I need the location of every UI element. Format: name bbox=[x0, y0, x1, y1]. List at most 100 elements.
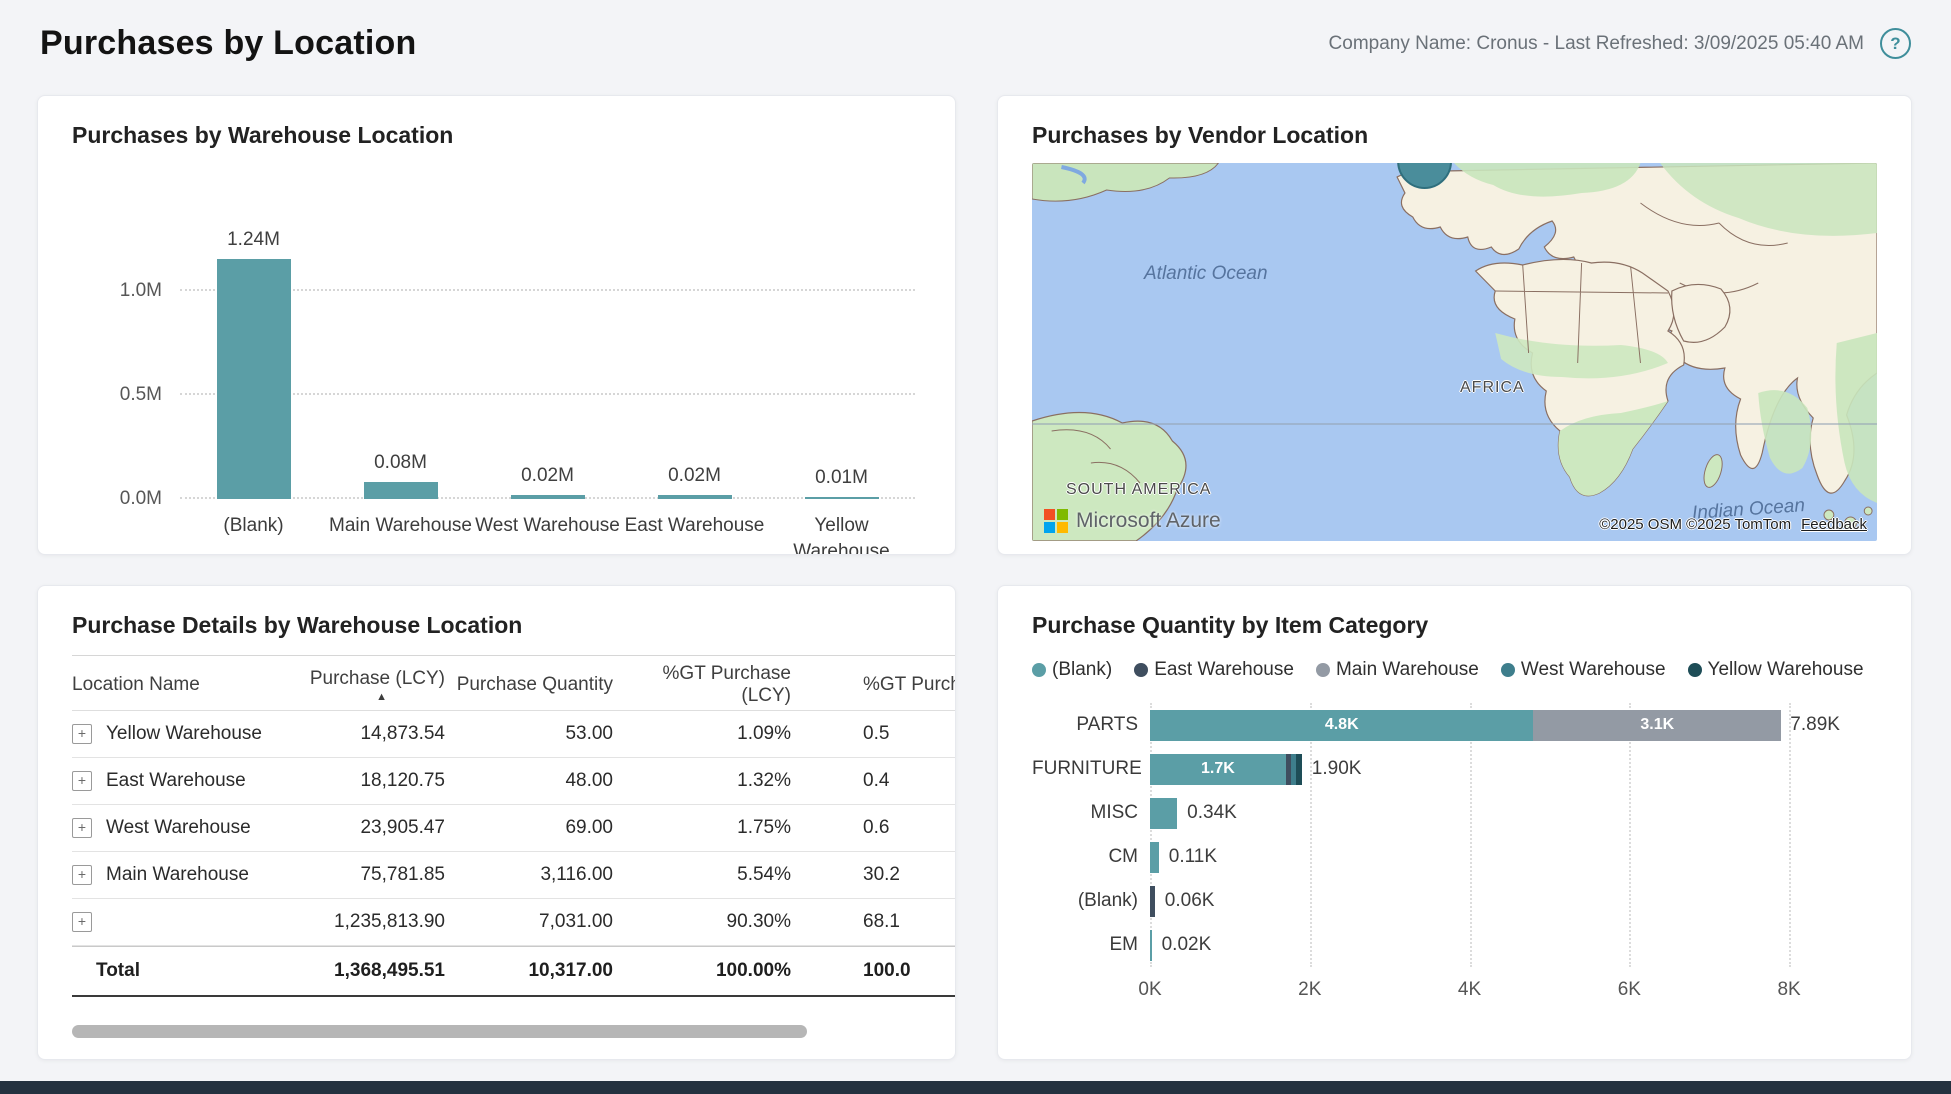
x-category-label: (Blank) bbox=[180, 513, 327, 555]
expand-row-button[interactable]: + bbox=[72, 818, 92, 838]
vendor-map[interactable]: Atlantic Ocean AFRICA SOUTH AMERICA Indi… bbox=[1032, 163, 1877, 541]
table-row[interactable]: +Main Warehouse75,781.853,116.005.54%30.… bbox=[72, 852, 956, 899]
gt-purchase-cell: 5.54% bbox=[613, 864, 791, 886]
bar-area: 0.06K bbox=[1150, 886, 1853, 917]
y-tick-label: 0.5M bbox=[76, 384, 162, 406]
legend-item-West Warehouse[interactable]: West Warehouse bbox=[1501, 659, 1666, 681]
bar-series: 1.24M0.08M0.02M0.02M0.01M bbox=[180, 229, 915, 499]
category-row-EM: EM 0.02K bbox=[1032, 923, 1877, 967]
category-row-MISC: MISC0.34K bbox=[1032, 791, 1877, 835]
bar-data-label: 0.01M bbox=[815, 467, 868, 489]
x-category-label: West Warehouse bbox=[474, 513, 621, 555]
table-header-row: Location Name Purchase (LCY)▲Purchase Qua… bbox=[72, 655, 956, 711]
gt-purchase-cell: 90.30% bbox=[613, 911, 791, 933]
gt-quantity-cell: 68.1 bbox=[791, 911, 956, 933]
location-name: West Warehouse bbox=[106, 817, 251, 839]
expand-row-button[interactable]: + bbox=[72, 771, 92, 791]
purchase-quantity-cell: 48.00 bbox=[445, 770, 613, 792]
segment-Main Warehouse[interactable]: 3.1K bbox=[1533, 710, 1781, 741]
total-purchase-lcy-cell: 1,368,495.51 bbox=[297, 960, 445, 982]
location-name-cell: +East Warehouse bbox=[72, 770, 297, 792]
x-category-label: East Warehouse bbox=[621, 513, 768, 555]
bar-Main Warehouse[interactable] bbox=[364, 482, 438, 499]
total-quantity-cell: 10,317.00 bbox=[445, 960, 613, 982]
bar-total-label: 0.02K bbox=[1162, 934, 1212, 956]
segment-East Warehouse[interactable] bbox=[1150, 886, 1155, 917]
segment-(Blank)[interactable] bbox=[1150, 842, 1159, 873]
segment-Yellow Warehouse[interactable] bbox=[1296, 754, 1302, 785]
legend-item-Main Warehouse[interactable]: Main Warehouse bbox=[1316, 659, 1479, 681]
bar-slot: 0.01M bbox=[768, 229, 915, 499]
warehouse-chart-plot: 1.0M0.5M0.0M1.24M0.08M0.02M0.02M0.01M bbox=[180, 229, 915, 499]
column-header-2[interactable]: Purchase (LCY)▲ bbox=[297, 664, 445, 702]
expand-row-button[interactable]: + bbox=[72, 865, 92, 885]
gt-quantity-cell: 30.2 bbox=[791, 864, 956, 886]
category-label: PARTS bbox=[1032, 714, 1150, 736]
segment-(Blank)[interactable] bbox=[1150, 930, 1152, 961]
help-icon[interactable]: ? bbox=[1880, 28, 1911, 59]
column-header-3[interactable]: Purchase Quantity bbox=[445, 670, 613, 696]
table-row[interactable]: +West Warehouse23,905.4769.001.75%0.6 bbox=[72, 805, 956, 852]
category-row-PARTS: PARTS4.8K3.1K 7.89K bbox=[1032, 703, 1877, 747]
segment-(Blank)[interactable]: 4.8K bbox=[1150, 710, 1533, 741]
expand-row-button[interactable]: + bbox=[72, 912, 92, 932]
x-tick-label-8K: 8K bbox=[1777, 979, 1800, 1001]
map-label-south-america: SOUTH AMERICA bbox=[1066, 481, 1211, 499]
category-chart-plot: PARTS4.8K3.1K7.89KFURNITURE1.7K1.90KMISC… bbox=[1032, 703, 1877, 967]
column-header-4[interactable]: %GT Purchase (LCY) bbox=[613, 659, 791, 707]
stacked-bar bbox=[1150, 930, 1853, 961]
x-tick-label-4K: 4K bbox=[1458, 979, 1481, 1001]
location-name-cell: + bbox=[72, 912, 297, 932]
column-header-1[interactable]: Location Name bbox=[72, 670, 297, 696]
bar-total-label: 7.89K bbox=[1790, 714, 1840, 736]
purchase-lcy-cell: 23,905.47 bbox=[297, 817, 445, 839]
category-label: MISC bbox=[1032, 802, 1150, 824]
category-chart-legend: (Blank) East Warehouse Main Warehouse West … bbox=[1032, 659, 1877, 681]
map-label-africa: AFRICA bbox=[1460, 379, 1525, 397]
warehouse-chart-title: Purchases by Warehouse Location bbox=[72, 122, 921, 149]
legend-item-(Blank)[interactable]: (Blank) bbox=[1032, 659, 1112, 681]
category-row-FURNITURE: FURNITURE1.7K1.90K bbox=[1032, 747, 1877, 791]
y-tick-label: 1.0M bbox=[76, 280, 162, 302]
bar-area: 0.34K bbox=[1150, 798, 1853, 829]
bar-East Warehouse[interactable] bbox=[658, 495, 732, 499]
table-row[interactable]: +Yellow Warehouse14,873.5453.001.09%0.5 bbox=[72, 711, 956, 758]
location-name: Yellow Warehouse bbox=[106, 723, 262, 745]
bar-Yellow Warehouse[interactable] bbox=[805, 497, 879, 499]
bar-area: 4.8K3.1K 7.89K bbox=[1150, 710, 1853, 741]
category-chart-title: Purchase Quantity by Item Category bbox=[1032, 612, 1877, 639]
x-tick-label-0K: 0K bbox=[1138, 979, 1161, 1001]
category-label: EM bbox=[1032, 934, 1150, 956]
total-gt-quantity-cell: 100.0 bbox=[791, 960, 956, 982]
legend-item-East Warehouse[interactable]: East Warehouse bbox=[1134, 659, 1294, 681]
column-header-5[interactable]: %GT Purchase Quan bbox=[791, 670, 956, 696]
map-feedback-link[interactable]: Feedback bbox=[1801, 516, 1867, 533]
bar-(Blank)[interactable] bbox=[217, 259, 291, 499]
segment-(Blank)[interactable] bbox=[1150, 798, 1177, 829]
bar-West Warehouse[interactable] bbox=[511, 495, 585, 499]
x-tick-label-6K: 6K bbox=[1618, 979, 1641, 1001]
card-purchases-by-vendor: Purchases by Vendor Location bbox=[997, 95, 1912, 555]
table-row[interactable]: +East Warehouse18,120.7548.001.32%0.4 bbox=[72, 758, 956, 805]
table-horizontal-scrollbar-thumb[interactable] bbox=[72, 1025, 807, 1038]
legend-item-Yellow Warehouse[interactable]: Yellow Warehouse bbox=[1688, 659, 1864, 681]
details-table: Location Name Purchase (LCY)▲Purchase Qua… bbox=[72, 655, 956, 997]
column-header-label: Purchase (LCY) bbox=[310, 668, 445, 690]
location-name-cell: + Yellow Warehouse bbox=[72, 723, 297, 745]
table-row[interactable]: +1,235,813.907,031.0090.30%68.1 bbox=[72, 899, 956, 946]
gt-purchase-cell: 1.32% bbox=[613, 770, 791, 792]
category-label: CM bbox=[1032, 846, 1150, 868]
total-label-cell: Total bbox=[72, 960, 297, 982]
gt-purchase-cell: 1.09% bbox=[613, 723, 791, 745]
category-chart-x-axis: 0K2K4K6K8K bbox=[1150, 967, 1853, 1003]
legend-label: (Blank) bbox=[1052, 659, 1112, 681]
segment-(Blank)[interactable]: 1.7K bbox=[1150, 754, 1286, 785]
expand-row-button[interactable]: + bbox=[72, 724, 92, 744]
microsoft-logo-icon bbox=[1044, 509, 1068, 533]
legend-dot-icon bbox=[1032, 663, 1046, 677]
purchase-lcy-cell: 14,873.54 bbox=[297, 723, 445, 745]
bar-area: 1.7K1.90K bbox=[1150, 754, 1853, 785]
legend-dot-icon bbox=[1134, 663, 1148, 677]
column-header-label: Location Name bbox=[72, 674, 200, 695]
legend-label: West Warehouse bbox=[1521, 659, 1666, 681]
